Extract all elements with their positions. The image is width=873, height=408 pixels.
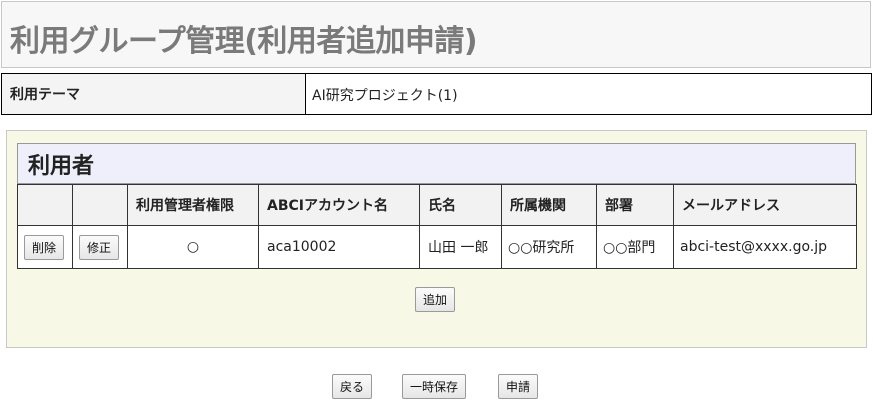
admin-cell: ○ — [127, 225, 259, 269]
column-header-organization: 所属機関 — [501, 184, 597, 226]
table-header-row: 利用管理者権限 ABCIアカウント名 氏名 所属機関 部署 メールアドレス — [17, 184, 857, 226]
delete-button[interactable]: 削除 — [24, 234, 65, 260]
column-header — [72, 184, 128, 226]
edit-button[interactable]: 修正 — [79, 234, 120, 260]
save-draft-button[interactable]: 一時保存 — [402, 374, 467, 399]
theme-value: AI研究プロジェクト(1) — [312, 88, 458, 104]
page-title: 利用グループ管理(利用者追加申請) — [10, 24, 478, 59]
column-header-name: 氏名 — [419, 184, 502, 226]
theme-row: 利用テーマ AI研究プロジェクト(1) — [1, 73, 872, 115]
add-user-button[interactable]: 追加 — [415, 287, 456, 312]
delete-cell: 削除 — [17, 225, 73, 269]
column-header — [17, 184, 73, 226]
organization-cell: ○○研究所 — [501, 225, 597, 269]
column-header-department: 部署 — [596, 184, 674, 226]
column-header-email: メールアドレス — [673, 184, 857, 226]
department-cell: ○○部門 — [596, 225, 674, 269]
users-table: 利用管理者権限 ABCIアカウント名 氏名 所属機関 部署 メールアドレス 削除… — [17, 184, 857, 269]
users-section-header: 利用者 — [17, 143, 856, 184]
users-section-title: 利用者 — [28, 154, 95, 179]
table-row: 削除 修正 ○ aca10002 山田 一郎 ○○研究所 ○○部門 abci-t… — [17, 225, 857, 269]
column-header-admin: 利用管理者権限 — [127, 184, 259, 226]
back-button[interactable]: 戻る — [332, 374, 373, 399]
theme-label: 利用テーマ — [2, 74, 306, 114]
page-header: 利用グループ管理(利用者追加申請) — [1, 1, 871, 68]
name-cell: 山田 一郎 — [419, 225, 502, 269]
submit-button[interactable]: 申請 — [498, 374, 539, 399]
column-header-account: ABCIアカウント名 — [258, 184, 420, 226]
account-cell: aca10002 — [258, 225, 420, 269]
edit-cell: 修正 — [72, 225, 128, 269]
email-cell: abci-test@xxxx.go.jp — [673, 225, 857, 269]
